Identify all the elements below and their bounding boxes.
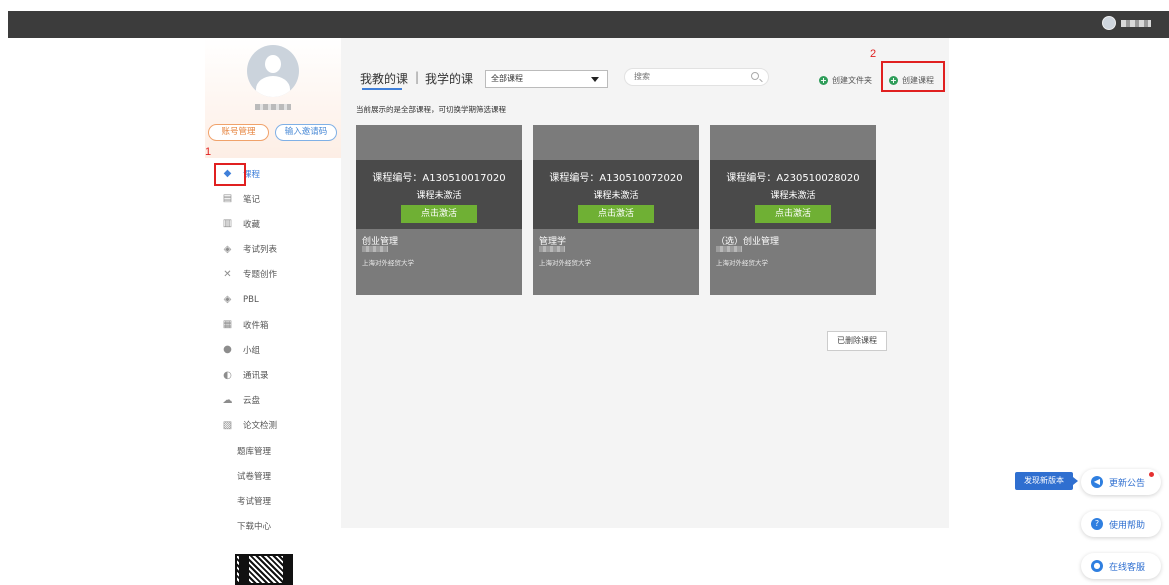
help-button[interactable]: ? 使用帮助	[1081, 511, 1161, 537]
question-icon: ?	[1091, 518, 1103, 530]
active-tab-indicator	[362, 88, 402, 90]
sidebar-item-label: 通讯录	[243, 371, 269, 382]
speaker-icon: ◀	[1091, 476, 1103, 488]
avatar[interactable]	[247, 45, 299, 97]
group-icon: ●	[223, 344, 232, 356]
update-notice-label: 更新公告	[1109, 478, 1146, 489]
user-avatar-small[interactable]	[1102, 16, 1116, 30]
activate-button[interactable]: 点击激活	[578, 205, 654, 223]
sidebar-item-label: PBL	[243, 294, 259, 305]
sidebar: 账号管理 输入邀请码 ◆ 课程 ▤ 笔记 ▥ 收藏 ◈ 考试列表 ✕ 专题创作 …	[205, 38, 341, 585]
plus-icon: +	[819, 76, 828, 85]
activate-button[interactable]: 点击激活	[755, 205, 831, 223]
inbox-icon: ▦	[222, 319, 233, 331]
notification-dot	[1149, 472, 1154, 477]
top-bar-strip	[8, 11, 1169, 38]
semester-select-value: 全部课程	[491, 74, 523, 83]
semester-select[interactable]: 全部课程	[485, 70, 608, 88]
create-folder-label: 创建文件夹	[832, 76, 872, 85]
sidebar-item-paper-manage[interactable]: 试卷管理	[214, 463, 341, 488]
contacts-icon: ◐	[223, 369, 232, 381]
sidebar-item-favorites[interactable]: ▥ 收藏	[214, 211, 341, 236]
course-card[interactable]: 课程编号：A130510072020 课程未激活 点击激活 管理学 上海对外经贸…	[533, 125, 699, 295]
sidebar-item-exam-manage[interactable]: 考试管理	[214, 488, 341, 513]
pbl-icon: ◈	[223, 294, 232, 306]
account-manage-button[interactable]: 账号管理	[208, 124, 269, 141]
sidebar-item-label: 论文检测	[243, 421, 278, 432]
tab-separator: |	[415, 70, 420, 84]
service-icon: ●	[1091, 560, 1103, 572]
course-code: 课程编号：A130510072020	[549, 173, 683, 184]
main-content: 我教的课 | 我学的课 全部课程 + 创建文件夹 + 创建课程 2 当前展示的是…	[341, 38, 949, 528]
help-label: 使用帮助	[1109, 520, 1146, 531]
sidebar-item-label: 小组	[243, 345, 261, 356]
sidebar-item-label: 收件箱	[243, 320, 269, 331]
tab-learning[interactable]: 我学的课	[425, 70, 473, 87]
course-code: 课程编号：A230510028020	[726, 173, 860, 184]
course-school: 上海对外经贸大学	[716, 259, 768, 267]
course-school: 上海对外经贸大学	[539, 259, 591, 267]
topic-icon: ✕	[223, 268, 232, 280]
course-card[interactable]: 课程编号：A230510028020 课程未激活 点击激活 （选）创业管理 上海…	[710, 125, 876, 295]
favorite-icon: ▥	[222, 218, 233, 230]
note-icon: ▤	[222, 193, 233, 205]
sidebar-item-label: 云盘	[243, 396, 261, 407]
activate-button[interactable]: 点击激活	[401, 205, 477, 223]
search-input[interactable]	[634, 72, 744, 81]
search-icon[interactable]	[751, 72, 759, 80]
sidebar-nav: ◆ 课程 ▤ 笔记 ▥ 收藏 ◈ 考试列表 ✕ 专题创作 ◈ PBL ▦ 收件箱…	[214, 161, 341, 539]
course-status: 课程未激活	[593, 191, 639, 201]
course-status: 课程未激活	[770, 191, 816, 201]
search-box[interactable]	[624, 68, 769, 86]
new-version-tag[interactable]: 发现新版本	[1015, 472, 1078, 490]
sidebar-item-label: 考试列表	[243, 245, 278, 256]
online-service-button[interactable]: ● 在线客服	[1081, 553, 1161, 579]
update-notice-button[interactable]: ◀ 更新公告	[1081, 469, 1161, 495]
teacher-name-blurred	[716, 246, 742, 252]
annotation-box-course	[214, 163, 246, 186]
sidebar-item-label: 专题创作	[243, 270, 278, 281]
tab-teaching[interactable]: 我教的课	[360, 70, 408, 87]
paper-check-icon: ▧	[222, 419, 233, 431]
sidebar-item-download-center[interactable]: 下载中心	[214, 514, 341, 539]
notice-text: 当前展示的是全部课程，可切换学期筛选课程	[356, 105, 506, 114]
sidebar-item-label: 笔记	[243, 194, 261, 205]
sidebar-item-cloud[interactable]: ☁ 云盘	[214, 388, 341, 413]
create-folder-button[interactable]: + 创建文件夹	[819, 75, 872, 86]
annotation-box-create-course	[881, 61, 945, 92]
online-service-label: 在线客服	[1109, 562, 1146, 573]
course-status: 课程未激活	[416, 191, 462, 201]
deleted-courses-button[interactable]: 已删除课程	[827, 331, 887, 351]
annotation-step-2: 2	[870, 48, 877, 60]
username-blurred	[255, 104, 291, 110]
sidebar-item-topic[interactable]: ✕ 专题创作	[214, 262, 341, 287]
user-name-blurred	[1121, 19, 1151, 27]
course-school: 上海对外经贸大学	[362, 259, 414, 267]
sidebar-item-paper-check[interactable]: ▧ 论文检测	[214, 413, 341, 438]
profile-panel: 账号管理 输入邀请码	[205, 38, 341, 158]
top-user-menu[interactable]	[1102, 16, 1151, 30]
teacher-name-blurred	[539, 246, 565, 252]
sidebar-item-label: 收藏	[243, 219, 261, 230]
sidebar-item-pbl[interactable]: ◈ PBL	[214, 287, 341, 312]
sidebar-item-group[interactable]: ● 小组	[214, 337, 341, 362]
invite-code-button[interactable]: 输入邀请码	[275, 124, 337, 141]
course-card[interactable]: 课程编号：A130510017020 课程未激活 点击激活 创业管理 上海对外经…	[356, 125, 522, 295]
cloud-icon: ☁	[222, 394, 233, 406]
top-bar	[0, 0, 1169, 38]
teacher-name-blurred	[362, 246, 388, 252]
sidebar-item-question-bank[interactable]: 题库管理	[214, 438, 341, 463]
annotation-step-1: 1	[205, 146, 212, 158]
caret-down-icon	[591, 77, 599, 82]
sidebar-item-notes[interactable]: ▤ 笔记	[214, 186, 341, 211]
exam-list-icon: ◈	[223, 243, 232, 255]
sidebar-item-inbox[interactable]: ▦ 收件箱	[214, 312, 341, 337]
qr-code	[235, 554, 293, 585]
sidebar-item-exam-list[interactable]: ◈ 考试列表	[214, 237, 341, 262]
sidebar-item-contacts[interactable]: ◐ 通讯录	[214, 363, 341, 388]
course-code: 课程编号：A130510017020	[372, 173, 506, 184]
